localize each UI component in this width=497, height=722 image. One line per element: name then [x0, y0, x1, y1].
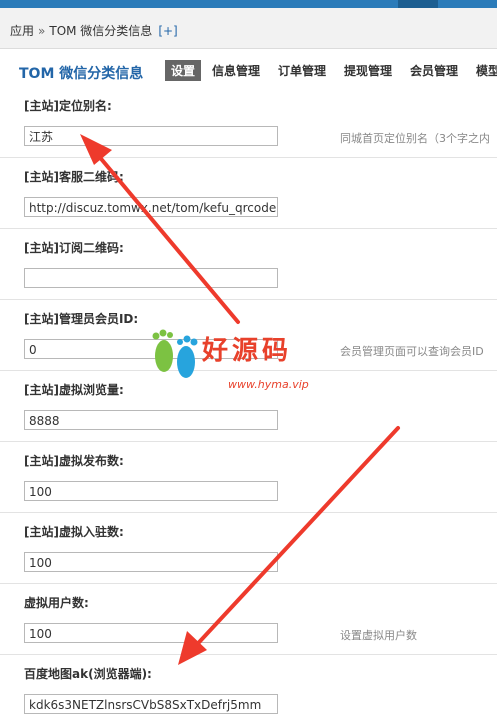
annotation-arrows: [80, 134, 400, 665]
arrow-up-icon: [80, 134, 240, 324]
arrow-down-icon: [178, 426, 400, 665]
